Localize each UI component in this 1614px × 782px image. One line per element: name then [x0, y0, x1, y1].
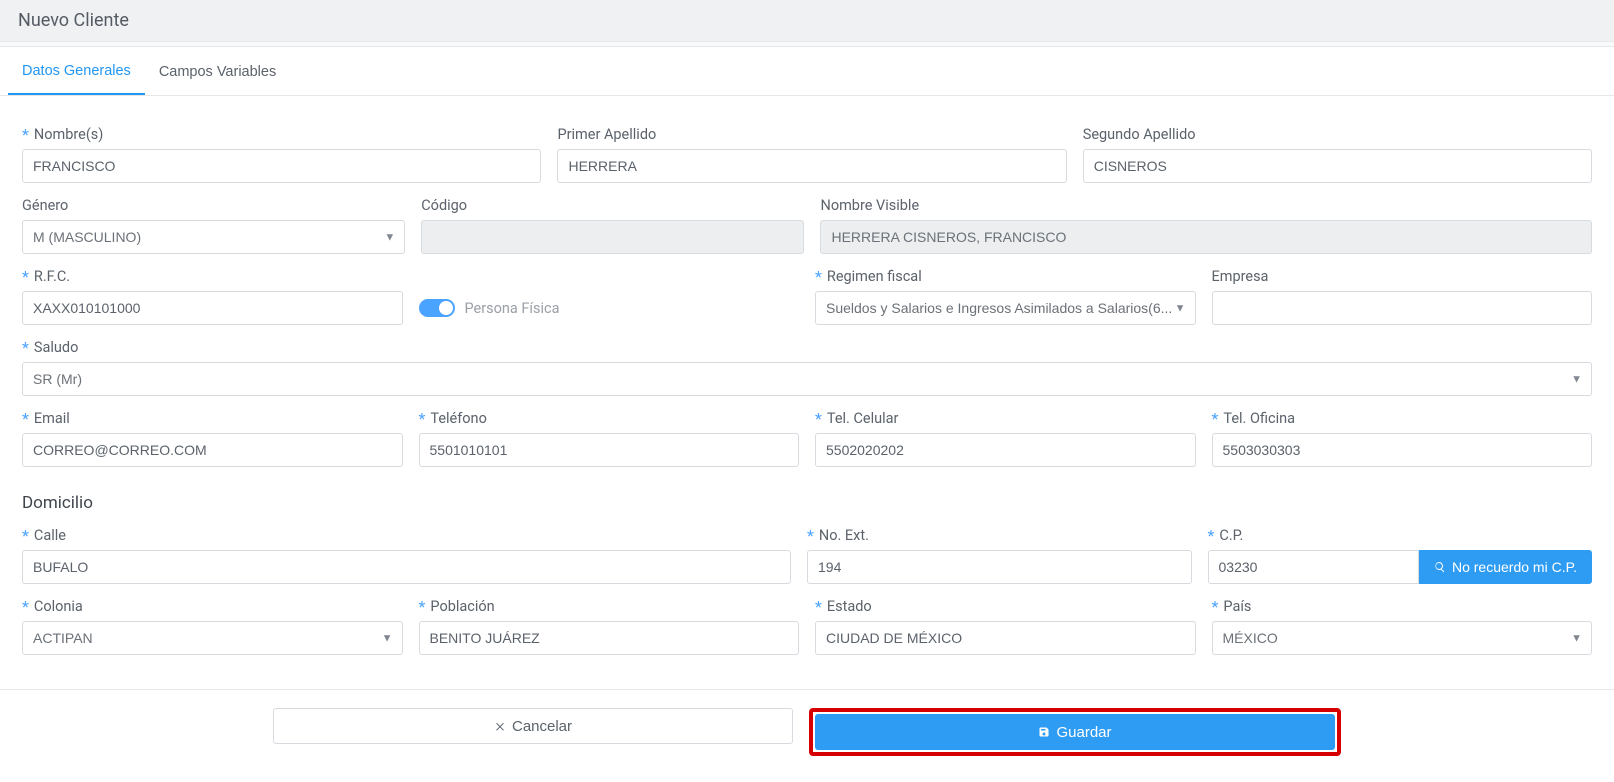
label-estado-text: Estado: [827, 598, 872, 615]
telefono-input[interactable]: [419, 433, 800, 467]
label-nombre-visible-text: Nombre Visible: [820, 197, 919, 214]
label-tel-oficina: *Tel. Oficina: [1212, 410, 1593, 427]
required-asterisk: *: [22, 269, 29, 285]
required-asterisk: *: [22, 599, 29, 615]
poblacion-input[interactable]: [419, 621, 800, 655]
tab-datos-generales[interactable]: Datos Generales: [8, 47, 145, 95]
label-calle-text: Calle: [34, 527, 66, 544]
label-nombres: * Nombre(s): [22, 126, 541, 143]
required-asterisk: *: [815, 411, 822, 427]
label-colonia-text: Colonia: [34, 598, 83, 615]
label-genero-text: Género: [22, 197, 68, 214]
nombre-visible-input: [820, 220, 1592, 254]
required-asterisk: *: [1212, 599, 1219, 615]
estado-input[interactable]: [815, 621, 1196, 655]
required-asterisk: *: [419, 599, 426, 615]
no-recuerdo-cp-label: No recuerdo mi C.P.: [1452, 559, 1577, 575]
label-rfc: * R.F.C.: [22, 268, 403, 285]
label-codigo-text: Código: [421, 197, 467, 214]
cancel-button[interactable]: Cancelar: [273, 708, 793, 744]
nombres-input[interactable]: [22, 149, 541, 183]
close-icon: [494, 720, 506, 732]
label-saludo-text: Saludo: [34, 339, 78, 356]
tab-bar: Datos Generales Campos Variables: [0, 47, 1614, 96]
label-nombre-visible: Nombre Visible: [820, 197, 1592, 214]
segundo-apellido-input[interactable]: [1083, 149, 1592, 183]
label-codigo: Código: [421, 197, 804, 214]
required-asterisk: *: [1212, 411, 1219, 427]
rfc-input[interactable]: [22, 291, 403, 325]
required-asterisk: *: [22, 528, 29, 544]
colonia-select[interactable]: [22, 621, 403, 655]
save-icon: [1038, 726, 1050, 738]
tel-oficina-input[interactable]: [1212, 433, 1593, 467]
save-button[interactable]: Guardar: [815, 714, 1335, 750]
label-primer-apellido-text: Primer Apellido: [557, 126, 656, 143]
label-telefono-text: Teléfono: [430, 410, 486, 427]
saludo-select[interactable]: [22, 362, 1592, 396]
label-rfc-text: R.F.C.: [34, 268, 70, 285]
label-email-text: Email: [34, 410, 70, 427]
label-tel-celular-text: Tel. Celular: [827, 410, 899, 427]
label-calle: * Calle: [22, 527, 791, 544]
regimen-fiscal-select[interactable]: [815, 291, 1196, 325]
page-title: Nuevo Cliente: [0, 0, 1614, 41]
codigo-input: [421, 220, 804, 254]
calle-input[interactable]: [22, 550, 791, 584]
label-estado: * Estado: [815, 598, 1196, 615]
tab-campos-variables[interactable]: Campos Variables: [145, 47, 290, 95]
label-genero: Género: [22, 197, 405, 214]
cp-input[interactable]: [1208, 550, 1419, 584]
save-highlight-ring: Guardar: [809, 708, 1341, 756]
persona-fisica-label: Persona Física: [465, 300, 560, 317]
label-empresa: Empresa: [1212, 268, 1593, 285]
label-no-ext: * No. Ext.: [807, 527, 1192, 544]
email-input[interactable]: [22, 433, 403, 467]
label-regimen-text: Regimen fiscal: [827, 268, 922, 285]
label-pais: *País: [1212, 598, 1593, 615]
cancel-label: Cancelar: [512, 718, 572, 735]
label-nombres-text: Nombre(s): [34, 126, 103, 143]
label-saludo: * Saludo: [22, 339, 1592, 356]
required-asterisk: *: [22, 340, 29, 356]
empresa-input[interactable]: [1212, 291, 1593, 325]
label-regimen: * Regimen fiscal: [815, 268, 1196, 285]
footer-actions: Cancelar Guardar: [0, 708, 1614, 780]
label-poblacion-text: Población: [430, 598, 494, 615]
required-asterisk: *: [807, 528, 814, 544]
label-tel-oficina-text: Tel. Oficina: [1223, 410, 1295, 427]
required-asterisk: *: [22, 127, 29, 143]
label-empresa-text: Empresa: [1212, 268, 1269, 285]
required-asterisk: *: [815, 269, 822, 285]
footer-divider: [0, 689, 1614, 690]
required-asterisk: *: [419, 411, 426, 427]
label-segundo-apellido: Segundo Apellido: [1083, 126, 1592, 143]
search-icon: [1434, 561, 1446, 573]
label-email: * Email: [22, 410, 403, 427]
persona-fisica-toggle[interactable]: [419, 299, 455, 317]
label-primer-apellido: Primer Apellido: [557, 126, 1066, 143]
label-persona-fisica-spacer: [419, 268, 800, 285]
save-label: Guardar: [1056, 724, 1111, 741]
label-tel-celular: * Tel. Celular: [815, 410, 1196, 427]
label-cp: *C.P.: [1208, 527, 1593, 544]
form-body: * Nombre(s) Primer Apellido Segundo Apell…: [0, 96, 1614, 665]
required-asterisk: *: [815, 599, 822, 615]
label-pais-text: País: [1223, 598, 1251, 615]
tel-celular-input[interactable]: [815, 433, 1196, 467]
genero-select[interactable]: [22, 220, 405, 254]
label-telefono: *Teléfono: [419, 410, 800, 427]
required-asterisk: *: [22, 411, 29, 427]
required-asterisk: *: [1208, 528, 1215, 544]
section-domicilio-title: Domicilio: [22, 493, 1592, 513]
label-segundo-apellido-text: Segundo Apellido: [1083, 126, 1196, 143]
label-colonia: * Colonia: [22, 598, 403, 615]
label-poblacion: *Población: [419, 598, 800, 615]
pais-select[interactable]: [1212, 621, 1593, 655]
label-no-ext-text: No. Ext.: [819, 527, 869, 544]
label-cp-text: C.P.: [1219, 527, 1243, 544]
no-recuerdo-cp-button[interactable]: No recuerdo mi C.P.: [1419, 550, 1592, 584]
no-ext-input[interactable]: [807, 550, 1192, 584]
primer-apellido-input[interactable]: [557, 149, 1066, 183]
